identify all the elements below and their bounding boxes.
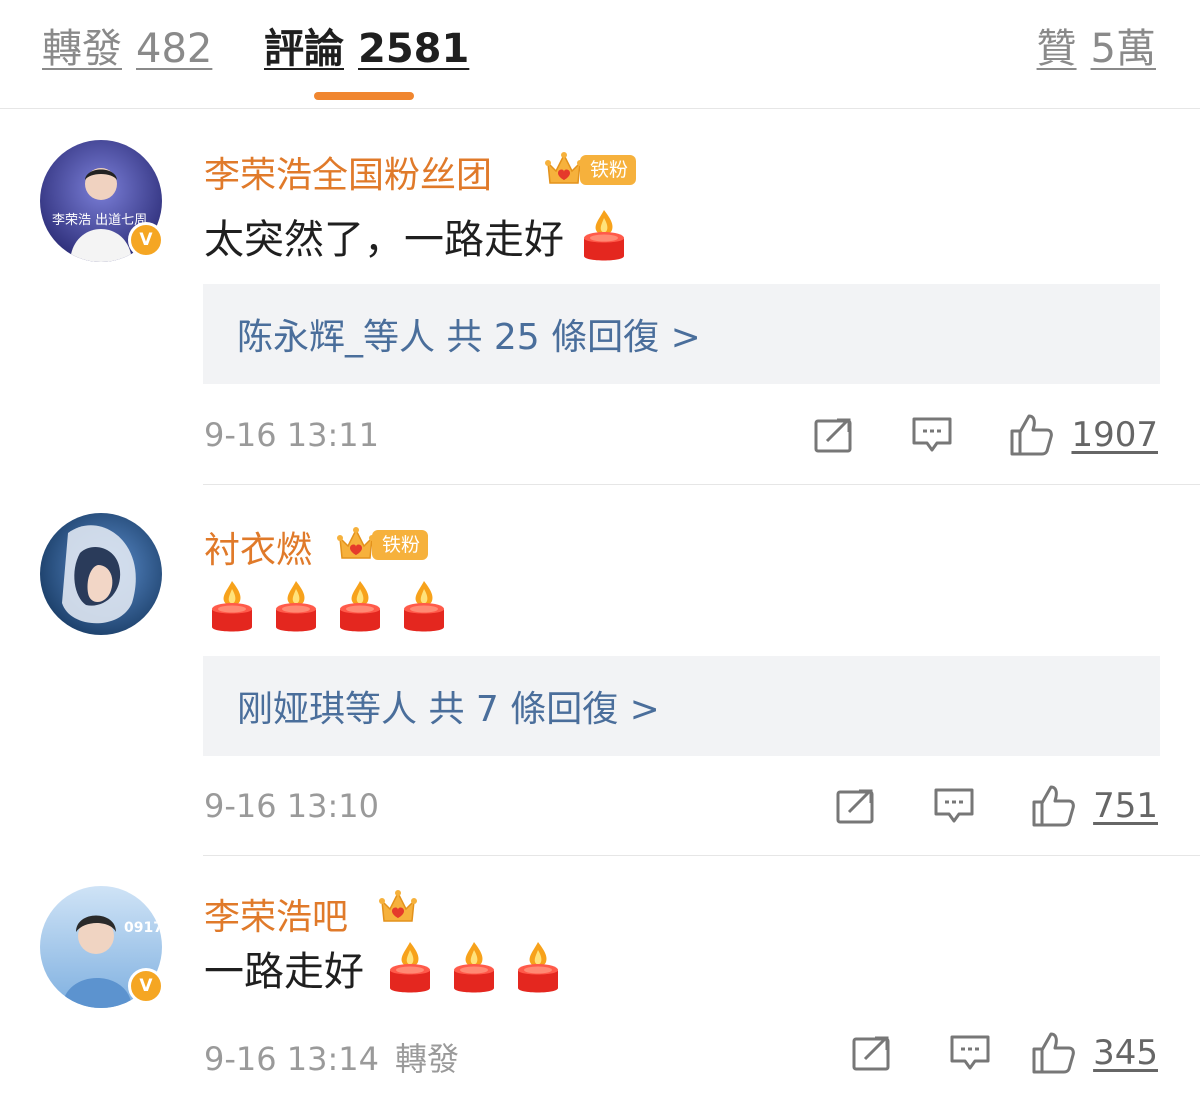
comment-time: 9-16 13:14 bbox=[204, 1040, 380, 1078]
comment-item: 0917 V 李荣浩吧 一路走好 9-16 13:14 轉發 345 bbox=[0, 856, 1200, 1093]
candle-icon bbox=[452, 940, 496, 996]
crown-icon bbox=[336, 526, 376, 564]
fan-badge: 铁粉 bbox=[544, 151, 637, 189]
comment-text-content: 一路走好 bbox=[204, 949, 364, 995]
comment-actions: 345 bbox=[851, 1028, 1158, 1078]
crown-icon bbox=[378, 889, 418, 927]
username[interactable]: 李荣浩全国粉丝团 bbox=[204, 146, 492, 198]
comment-button[interactable] bbox=[949, 1033, 991, 1073]
comment-text bbox=[204, 577, 446, 637]
share-icon bbox=[814, 418, 852, 453]
avatar-caption: 0917 bbox=[124, 920, 162, 936]
comment-meta: 9-16 13:14 轉發 bbox=[204, 1034, 459, 1080]
comment-text: 一路走好 bbox=[204, 938, 560, 998]
share-button[interactable] bbox=[813, 416, 855, 454]
avatar[interactable]: 李荣浩 出道七周 V bbox=[40, 140, 164, 262]
candle-icon bbox=[210, 579, 254, 635]
like-button[interactable]: 1907 bbox=[1009, 413, 1158, 457]
like-count[interactable]: 1907 bbox=[1071, 415, 1158, 455]
share-icon bbox=[836, 789, 874, 824]
replies-link[interactable]: 陈永辉_等人 共 25 條回復 > bbox=[237, 308, 701, 360]
username[interactable]: 衬衣燃 bbox=[204, 521, 312, 573]
thumbs-up-icon bbox=[1032, 1032, 1075, 1074]
candle-icon bbox=[516, 940, 560, 996]
thumbs-up-icon bbox=[1032, 785, 1075, 827]
verified-icon: V bbox=[128, 968, 164, 1004]
tab-repost-count: 482 bbox=[136, 26, 213, 72]
comment-text: 太突然了，一路走好 bbox=[204, 206, 626, 266]
crown-icon bbox=[544, 151, 584, 189]
replies-preview[interactable]: 陈永辉_等人 共 25 條回復 > bbox=[203, 284, 1160, 384]
avatar-image bbox=[40, 513, 162, 635]
candle-icon bbox=[388, 940, 432, 996]
tab-like-label: 贊 bbox=[1036, 26, 1077, 72]
candle-icon bbox=[402, 579, 446, 635]
share-button[interactable] bbox=[851, 1034, 893, 1072]
candle-icon bbox=[274, 579, 318, 635]
tab-like-count: 5萬 bbox=[1090, 26, 1156, 72]
thumbs-up-icon bbox=[1010, 414, 1054, 456]
like-count[interactable]: 751 bbox=[1093, 786, 1158, 826]
tab-comment-count: 2581 bbox=[358, 26, 470, 72]
tab-repost[interactable]: 轉發 482 bbox=[42, 22, 212, 76]
replies-preview[interactable]: 刚娅琪等人 共 7 條回復 > bbox=[203, 656, 1160, 756]
comment-icon bbox=[934, 788, 974, 823]
comment-text-content: 太突然了，一路走好 bbox=[204, 217, 564, 263]
comment-item: 李荣浩 出道七周 V 李荣浩全国粉丝团 铁粉 太突然了，一路走好 陈永辉_等人 … bbox=[0, 110, 1200, 484]
comment-item: 衬衣燃 铁粉 刚娅琪等人 共 7 條回復 > 9-16 13:10 751 bbox=[0, 485, 1200, 855]
comment-actions: 751 bbox=[835, 781, 1158, 831]
tab-repost-label: 轉發 bbox=[42, 26, 122, 72]
share-button[interactable] bbox=[835, 787, 877, 825]
tab-comment[interactable]: 評論 2581 bbox=[264, 22, 469, 76]
comment-time: 9-16 13:10 bbox=[204, 787, 380, 825]
fan-badge: 铁粉 bbox=[336, 526, 429, 564]
share-icon bbox=[852, 1036, 890, 1071]
avatar[interactable]: 0917 V bbox=[40, 886, 164, 1008]
comment-icon bbox=[912, 417, 952, 452]
like-count[interactable]: 345 bbox=[1093, 1033, 1158, 1073]
like-button[interactable]: 751 bbox=[1031, 784, 1158, 828]
replies-link[interactable]: 刚娅琪等人 共 7 條回復 > bbox=[237, 680, 660, 732]
candle-icon bbox=[338, 579, 382, 635]
fan-badge-label: 铁粉 bbox=[372, 530, 429, 560]
verified-icon: V bbox=[128, 222, 164, 258]
fan-badge-label: 铁粉 bbox=[580, 155, 637, 185]
comment-time: 9-16 13:11 bbox=[204, 416, 380, 454]
comment-icon bbox=[950, 1035, 990, 1070]
comment-button[interactable] bbox=[933, 786, 975, 826]
tab-like[interactable]: 贊 5萬 bbox=[1037, 22, 1156, 76]
comment-actions: 1907 bbox=[813, 410, 1158, 460]
fan-badge bbox=[378, 890, 418, 926]
comment-button[interactable] bbox=[911, 415, 953, 455]
tab-comment-label: 評論 bbox=[264, 26, 344, 72]
avatar[interactable] bbox=[40, 513, 162, 635]
repost-link[interactable]: 轉發 bbox=[395, 1040, 459, 1078]
tab-bar: 轉發 482 評論 2581 贊 5萬 bbox=[0, 0, 1200, 109]
like-button[interactable]: 345 bbox=[1031, 1031, 1158, 1075]
candle-icon bbox=[582, 208, 626, 264]
username[interactable]: 李荣浩吧 bbox=[204, 888, 348, 940]
active-tab-indicator bbox=[314, 92, 414, 100]
